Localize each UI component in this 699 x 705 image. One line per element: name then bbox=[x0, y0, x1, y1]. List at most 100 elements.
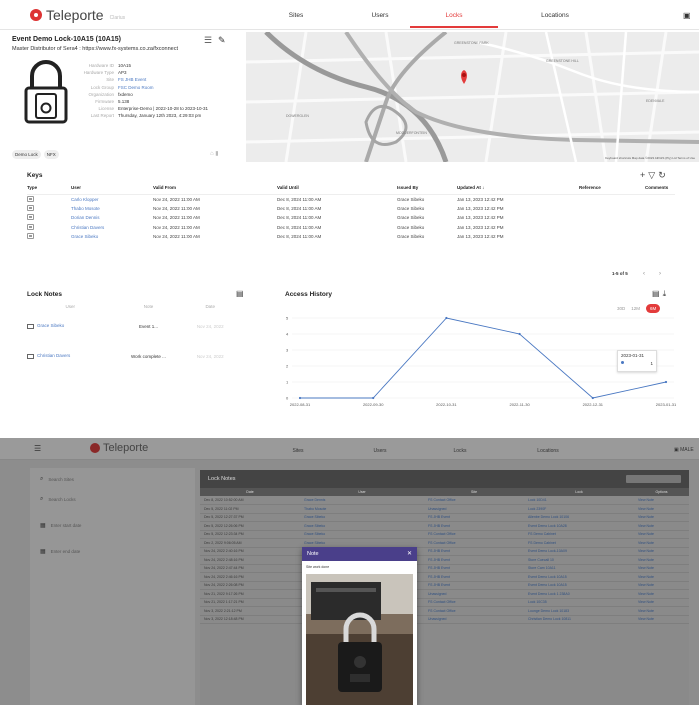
note-user-name[interactable]: Christian Davers bbox=[37, 353, 70, 358]
site-link[interactable]: FS JHB Event bbox=[118, 76, 146, 83]
col-site[interactable]: Site bbox=[424, 488, 524, 496]
note-site[interactable]: FS JHB Event bbox=[424, 513, 524, 522]
note-user[interactable]: Grace Dennis bbox=[300, 496, 424, 505]
nav-tab-locks[interactable]: Locks bbox=[414, 12, 494, 19]
logo[interactable]: Teleporte bbox=[90, 442, 148, 454]
view-note-link[interactable]: View Note bbox=[634, 572, 689, 582]
col-user[interactable]: User bbox=[300, 488, 424, 496]
note-user[interactable]: Thabo Mosote bbox=[300, 504, 424, 514]
note-user[interactable]: Grace Sibeko bbox=[300, 530, 424, 539]
col-valid-until[interactable]: Valid Until bbox=[277, 182, 397, 195]
note-lock[interactable]: Store Cam 10A11 bbox=[524, 564, 634, 573]
nav-tab-users[interactable]: Users bbox=[350, 448, 410, 454]
note-lock[interactable]: FS Demo Cabinet bbox=[524, 538, 634, 548]
search-locks-input[interactable]: ⌕ Search Locks bbox=[40, 496, 76, 503]
col-issued-by[interactable]: Issued By bbox=[397, 182, 457, 195]
view-note-link[interactable]: View Note bbox=[634, 564, 689, 573]
nav-tab-locations[interactable]: Locations bbox=[518, 448, 578, 454]
close-icon[interactable]: ✕ bbox=[407, 550, 412, 557]
view-note-link[interactable]: View Note bbox=[634, 538, 689, 548]
note-lock[interactable]: Event Demo Lock 10A15 bbox=[524, 581, 634, 590]
note-site[interactable]: Unassigned bbox=[424, 615, 524, 624]
note-user[interactable]: Christian Davers bbox=[27, 341, 114, 371]
note-row[interactable]: Grace Sibeko Event 1... Nov 24, 2022 bbox=[27, 311, 237, 341]
key-user[interactable]: Christian Davers bbox=[71, 223, 153, 233]
export-icon[interactable]: ▤ bbox=[652, 289, 663, 298]
note-lock[interactable]: Christian Demo Lock 10811 bbox=[524, 615, 634, 624]
col-updated-at[interactable]: Updated At ↓ bbox=[457, 182, 579, 195]
nav-tab-sites[interactable]: Sites bbox=[268, 448, 328, 454]
list-icon[interactable]: ☰ bbox=[204, 35, 212, 46]
nav-tab-sites[interactable]: Sites bbox=[256, 12, 336, 19]
key-user[interactable]: Carlo Klopper bbox=[71, 194, 153, 204]
note-site[interactable]: Unassigned bbox=[424, 504, 524, 514]
account-menu[interactable]: ▣ MALE bbox=[674, 447, 694, 453]
col-valid-from[interactable]: Valid From bbox=[153, 182, 277, 195]
nav-tab-locks[interactable]: Locks bbox=[430, 448, 490, 454]
view-note-link[interactable]: View Note bbox=[634, 530, 689, 539]
note-site[interactable]: FS JHB Event bbox=[424, 547, 524, 556]
note-site[interactable]: FS JHB Event bbox=[424, 581, 524, 590]
key-row[interactable]: Grace Sibeko Nov 24, 2022 11:00 AM Dec 8, … bbox=[27, 232, 675, 242]
key-row[interactable]: Carlo Klopper Nov 24, 2022 11:00 AM Dec 8,… bbox=[27, 194, 675, 204]
view-note-link[interactable]: View Note bbox=[634, 589, 689, 599]
view-note-link[interactable]: View Note bbox=[634, 521, 689, 531]
lock-group-link[interactable]: FSC Demo Room bbox=[118, 84, 154, 91]
next-page-icon[interactable]: › bbox=[659, 271, 661, 277]
note-site[interactable]: FS JHB Event bbox=[424, 564, 524, 573]
account-icon[interactable]: ▣ bbox=[683, 11, 691, 20]
col-lock[interactable]: Lock bbox=[524, 488, 634, 496]
view-note-link[interactable]: View Note bbox=[634, 581, 689, 590]
refresh-icon[interactable]: ↻ bbox=[658, 170, 669, 180]
note-lock[interactable]: Store Cuecall 10 bbox=[524, 555, 634, 565]
view-note-link[interactable]: View Note bbox=[634, 598, 689, 607]
note-site[interactable]: FS Contact Office bbox=[424, 538, 524, 548]
logo[interactable]: Teleporte Clarius bbox=[30, 7, 125, 23]
note-site[interactable]: FS Contact Office bbox=[424, 530, 524, 539]
note-lock[interactable]: Event Demo Lock 1 238A0 bbox=[524, 589, 634, 599]
note-lock[interactable]: Lock 10D41 bbox=[524, 496, 634, 505]
note-lock[interactable]: Lock 2390F bbox=[524, 504, 634, 514]
note-site[interactable]: Unassigned bbox=[424, 589, 524, 599]
end-date-input[interactable]: ▦ Enter end date bbox=[40, 548, 80, 555]
view-note-link[interactable]: View Note bbox=[634, 496, 689, 505]
note-user-name[interactable]: Grace Sibeko bbox=[37, 323, 64, 328]
note-lock[interactable]: FS Demo Cabinet bbox=[524, 530, 634, 539]
col-reference[interactable]: Reference bbox=[579, 182, 645, 195]
note-lock[interactable]: Lock 10C35 bbox=[524, 598, 634, 607]
tag-chip[interactable]: Demo Lock bbox=[12, 150, 41, 159]
key-row[interactable]: Christian Davers Nov 24, 2022 11:00 AM Dec… bbox=[27, 223, 675, 233]
filter-icon[interactable]: ▽ bbox=[648, 170, 658, 180]
view-note-link[interactable]: View Note bbox=[634, 547, 689, 556]
key-user[interactable]: Thabo Mosote bbox=[71, 204, 153, 214]
key-row[interactable]: Dorian Dennis Nov 24, 2022 11:00 AM Dec 8,… bbox=[27, 213, 675, 223]
note-site[interactable]: FS JHB Event bbox=[424, 572, 524, 582]
note-lock[interactable]: Lounge Demo Lock 10183 bbox=[524, 606, 634, 616]
note-site[interactable]: FS Contact Office bbox=[424, 606, 524, 616]
col-date[interactable]: Date bbox=[200, 488, 300, 496]
tag-chip[interactable]: NFX bbox=[43, 150, 59, 159]
view-note-link[interactable]: View Note bbox=[634, 615, 689, 624]
key-user[interactable]: Grace Sibeko bbox=[71, 232, 153, 242]
note-lock[interactable]: Event Demo Lock-10A09 bbox=[524, 547, 634, 556]
start-date-input[interactable]: ▦ Enter start date bbox=[40, 522, 81, 529]
map-view[interactable]: GREENSTONE PARK GREENSTONE HILL EDENVALE… bbox=[246, 32, 699, 162]
view-note-link[interactable]: View Note bbox=[634, 606, 689, 616]
note-site[interactable]: FS Contact Office bbox=[424, 496, 524, 505]
view-note-link[interactable]: View Note bbox=[634, 513, 689, 522]
note-user[interactable]: Grace Sibeko bbox=[300, 521, 424, 531]
note-user[interactable]: Grace Sibeko bbox=[27, 311, 114, 341]
prev-page-icon[interactable]: ‹ bbox=[643, 271, 645, 277]
note-site[interactable]: FS JHB Event bbox=[424, 521, 524, 531]
note-lock[interactable]: Event Demo Lock 10A15 bbox=[524, 572, 634, 582]
view-note-link[interactable]: View Note bbox=[634, 504, 689, 514]
note-site[interactable]: FS Contact Office bbox=[424, 598, 524, 607]
note-site[interactable]: FS JHB Event bbox=[424, 555, 524, 565]
download-icon[interactable]: ⤓ bbox=[663, 289, 670, 298]
key-user[interactable]: Dorian Dennis bbox=[71, 213, 153, 223]
key-row[interactable]: Thabo Mosote Nov 24, 2022 11:00 AM Dec 8, … bbox=[27, 204, 675, 214]
search-sites-input[interactable]: ⌕ Search Sites bbox=[40, 476, 74, 483]
note-user[interactable]: Grace Sibeko bbox=[300, 513, 424, 522]
nav-tab-users[interactable]: Users bbox=[340, 12, 420, 19]
edit-icon[interactable]: ✎ bbox=[218, 35, 226, 46]
